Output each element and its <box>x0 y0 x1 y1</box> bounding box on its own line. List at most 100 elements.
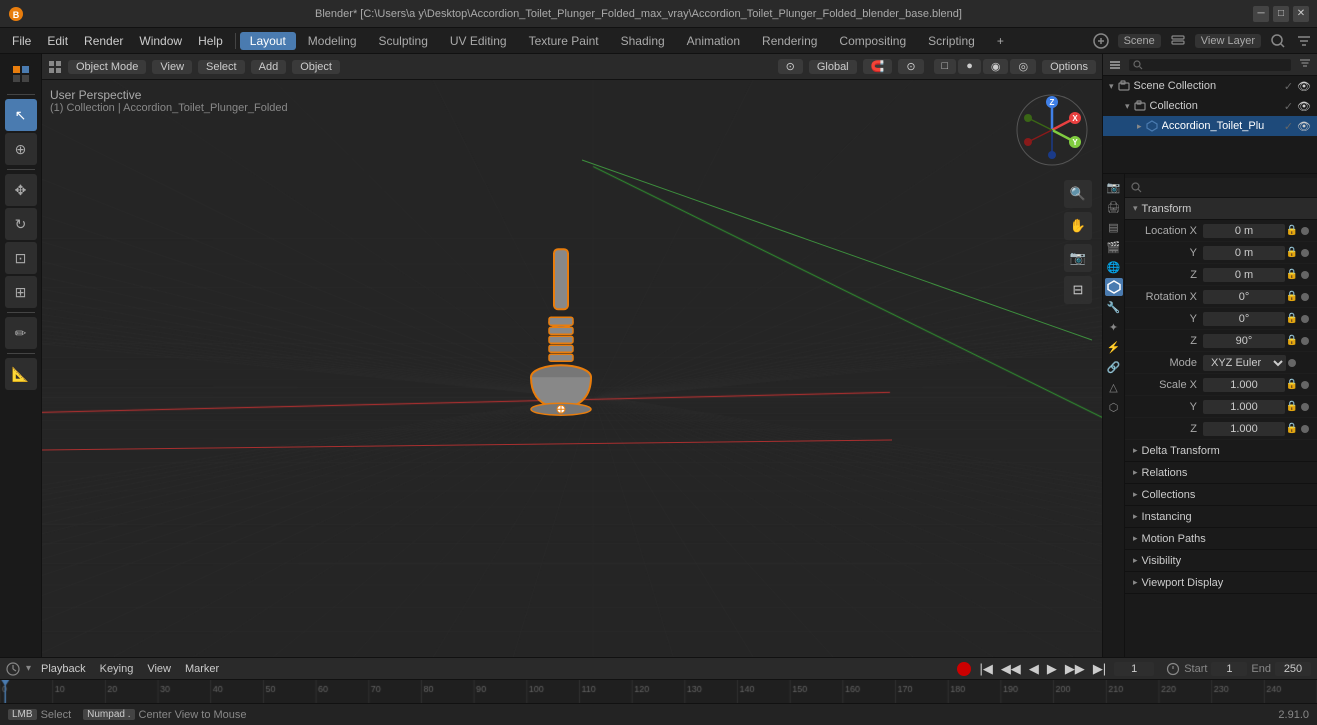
solid-button[interactable]: ● <box>958 59 981 74</box>
rendered-button[interactable]: ◎ <box>1010 59 1036 74</box>
play-backward-button[interactable]: ◀ <box>1027 661 1041 677</box>
scene-props-button[interactable]: 🎬 <box>1105 238 1123 256</box>
playback-menu[interactable]: Playback <box>37 662 90 676</box>
objectdata-props-button[interactable]: △ <box>1105 378 1123 396</box>
motion-paths-section[interactable]: ▸ Motion Paths <box>1125 528 1317 550</box>
visibility-section[interactable]: ▸ Visibility <box>1125 550 1317 572</box>
workspace-uv-editing[interactable]: UV Editing <box>440 32 517 50</box>
timeline-dropdown[interactable]: ▾ <box>26 663 31 674</box>
menu-edit[interactable]: Edit <box>39 32 76 50</box>
location-z-value[interactable]: 0 m <box>1203 268 1285 282</box>
menu-render[interactable]: Render <box>76 32 131 50</box>
scale-y-lock[interactable]: 🔒 <box>1285 401 1299 412</box>
ortho-button[interactable]: ⊟ <box>1064 276 1092 304</box>
outliner-object-item[interactable]: ▸ Accordion_Toilet_Plu ✓ 👁 <box>1103 116 1317 136</box>
scale-x-lock[interactable]: 🔒 <box>1285 379 1299 390</box>
location-y-dot[interactable] <box>1301 249 1309 257</box>
minimize-button[interactable]: ─ <box>1253 6 1269 22</box>
outliner-scene-collection[interactable]: ▾ Scene Collection ✓ 👁 <box>1103 76 1317 96</box>
skip-start-button[interactable]: |◀ <box>977 661 994 677</box>
annotate-tool-button[interactable]: ✏ <box>5 317 37 349</box>
rotation-x-dot[interactable] <box>1301 293 1309 301</box>
object-props-button[interactable] <box>1105 278 1123 296</box>
menu-help[interactable]: Help <box>190 32 231 50</box>
location-x-lock[interactable]: 🔒 <box>1285 225 1299 236</box>
scale-y-value[interactable]: 1.000 <box>1203 400 1285 414</box>
transform-tool-button[interactable]: ⊞ <box>5 276 37 308</box>
transform-orientation[interactable]: Global <box>809 60 857 74</box>
delta-transform-section[interactable]: ▸ Delta Transform <box>1125 440 1317 462</box>
search-icon-menubar[interactable] <box>1269 32 1287 50</box>
modifier-props-button[interactable]: 🔧 <box>1105 298 1123 316</box>
workspace-modeling[interactable]: Modeling <box>298 32 367 50</box>
workspace-texture-paint[interactable]: Texture Paint <box>519 32 609 50</box>
workspace-layout[interactable]: Layout <box>240 32 296 50</box>
marker-menu[interactable]: Marker <box>181 662 223 676</box>
collection-eye[interactable]: 👁 <box>1297 100 1311 113</box>
current-frame-input[interactable]: 1 <box>1114 662 1154 676</box>
scale-x-dot[interactable] <box>1301 381 1309 389</box>
location-z-dot[interactable] <box>1301 271 1309 279</box>
collections-section[interactable]: ▸ Collections <box>1125 484 1317 506</box>
mode-selector[interactable]: Object Mode <box>68 60 146 74</box>
cursor-tool-button[interactable]: ⊕ <box>5 133 37 165</box>
scale-z-lock[interactable]: 🔒 <box>1285 423 1299 434</box>
scale-z-dot[interactable] <box>1301 425 1309 433</box>
scene-collection-check[interactable]: ✓ <box>1284 80 1293 93</box>
physics-props-button[interactable]: ⚡ <box>1105 338 1123 356</box>
options-button[interactable]: Options <box>1042 60 1096 74</box>
keying-menu[interactable]: Keying <box>96 662 138 676</box>
select-tool-button[interactable]: ↖ <box>5 99 37 131</box>
rotation-z-lock[interactable]: 🔒 <box>1285 335 1299 346</box>
add-workspace-button[interactable]: + <box>987 32 1014 50</box>
proportional-edit[interactable]: ⊙ <box>898 59 923 74</box>
pan-button[interactable]: ✋ <box>1064 212 1092 240</box>
next-keyframe-button[interactable]: ▶▶ <box>1063 661 1087 677</box>
start-frame-input[interactable]: 1 <box>1211 662 1247 676</box>
view-layer-selector[interactable]: View Layer <box>1195 34 1261 48</box>
measure-tool-button[interactable]: 📐 <box>5 358 37 390</box>
particles-props-button[interactable]: ✦ <box>1105 318 1123 336</box>
constraints-props-button[interactable]: 🔗 <box>1105 358 1123 376</box>
object-check[interactable]: ✓ <box>1284 120 1293 133</box>
scale-z-value[interactable]: 1.000 <box>1203 422 1285 436</box>
record-button[interactable] <box>957 662 971 676</box>
prev-keyframe-button[interactable]: ◀◀ <box>999 661 1023 677</box>
mode-dot[interactable] <box>1288 359 1296 367</box>
workspace-scripting[interactable]: Scripting <box>918 32 985 50</box>
view-menu[interactable]: View <box>152 60 192 74</box>
location-z-lock[interactable]: 🔒 <box>1285 269 1299 280</box>
location-y-lock[interactable]: 🔒 <box>1285 247 1299 258</box>
view-menu-timeline[interactable]: View <box>143 662 175 676</box>
camera-button[interactable]: 📷 <box>1064 244 1092 272</box>
instancing-section[interactable]: ▸ Instancing <box>1125 506 1317 528</box>
gizmo[interactable]: Z X Y <box>1012 90 1092 170</box>
rotation-x-value[interactable]: 0° <box>1203 290 1285 304</box>
material-props-button[interactable]: ⬡ <box>1105 398 1123 416</box>
zoom-in-button[interactable]: 🔍 <box>1064 180 1092 208</box>
transform-pivot[interactable]: ⊙ <box>778 59 803 74</box>
collection-check[interactable]: ✓ <box>1284 100 1293 113</box>
wireframe-button[interactable]: □ <box>934 59 957 74</box>
maximize-button[interactable]: □ <box>1273 6 1289 22</box>
window-controls[interactable]: ─ □ ✕ <box>1253 6 1309 22</box>
output-props-button[interactable]: 🖨 <box>1105 198 1123 216</box>
menu-window[interactable]: Window <box>131 32 190 50</box>
filter-icon-outliner[interactable] <box>1299 57 1311 72</box>
workspace-compositing[interactable]: Compositing <box>829 32 916 50</box>
close-button[interactable]: ✕ <box>1293 6 1309 22</box>
workspace-sculpting[interactable]: Sculpting <box>369 32 438 50</box>
outliner-search-box[interactable] <box>1129 59 1291 71</box>
workspace-animation[interactable]: Animation <box>677 32 750 50</box>
relations-section[interactable]: ▸ Relations <box>1125 462 1317 484</box>
workspace-rendering[interactable]: Rendering <box>752 32 827 50</box>
scale-x-value[interactable]: 1.000 <box>1203 378 1285 392</box>
scene-collection-eye[interactable]: 👁 <box>1297 80 1311 93</box>
menu-file[interactable]: File <box>4 32 39 50</box>
render-props-button[interactable]: 📷 <box>1105 178 1123 196</box>
viewlayer-props-button[interactable]: ▤ <box>1105 218 1123 236</box>
end-frame-input[interactable]: 250 <box>1275 662 1311 676</box>
object-eye[interactable]: 👁 <box>1297 120 1311 133</box>
add-menu[interactable]: Add <box>251 60 287 74</box>
scale-tool-button[interactable]: ⊡ <box>5 242 37 274</box>
